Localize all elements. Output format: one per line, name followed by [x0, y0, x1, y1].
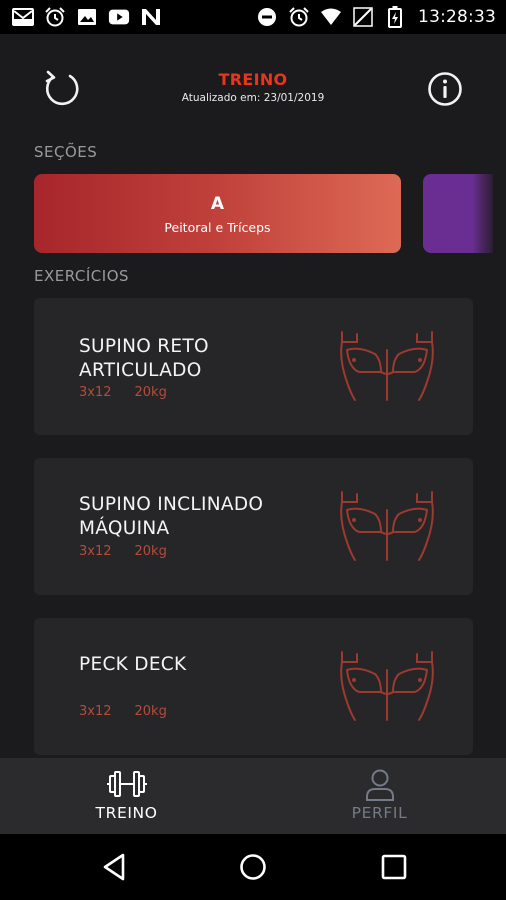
nav-label: TREINO — [95, 804, 158, 822]
info-icon[interactable] — [426, 70, 464, 108]
section-name: Peitoral e Tríceps — [164, 220, 271, 235]
exercise-name: SUPINO INCLINADO MÁQUINA — [79, 494, 264, 539]
exercise-meta: 3x12 20kg — [79, 385, 167, 400]
system-nav-bar — [0, 834, 506, 900]
back-icon[interactable] — [99, 851, 131, 883]
no-signal-icon — [352, 7, 374, 27]
alarm-icon — [288, 7, 310, 27]
youtube-icon — [108, 7, 130, 27]
nav-item-perfil[interactable]: PERFIL — [253, 758, 506, 834]
exercise-name: PECK DECK — [79, 654, 187, 675]
app-screen: 13:28:33 TREINO Atualizado em: 23/01/201… — [0, 0, 506, 900]
nav-label: PERFIL — [351, 804, 408, 822]
alarm-icon — [44, 7, 66, 27]
home-icon[interactable] — [237, 851, 269, 883]
exercise-sets: 3x12 — [79, 544, 112, 559]
bottom-nav: TREINO PERFIL — [0, 758, 506, 834]
n-app-icon — [140, 7, 162, 27]
dnd-icon — [256, 7, 278, 27]
exercise-weight: 20kg — [134, 385, 167, 400]
exercises-label: EXERCÍCIOS — [34, 267, 130, 285]
mail-icon — [12, 7, 34, 27]
battery-charging-icon — [384, 6, 406, 28]
exercise-sets: 3x12 — [79, 704, 112, 719]
user-icon — [360, 768, 400, 802]
section-letter: A — [210, 194, 225, 214]
exercise-meta: 3x12 20kg — [79, 544, 167, 559]
exercise-weight: 20kg — [134, 544, 167, 559]
wifi-icon — [320, 7, 342, 27]
app-header: TREINO Atualizado em: 23/01/2019 — [0, 34, 506, 144]
nav-item-treino[interactable]: TREINO — [0, 758, 253, 834]
exercise-card[interactable]: PECK DECK 3x12 20kg — [34, 618, 473, 755]
exercise-weight: 20kg — [134, 704, 167, 719]
recents-icon[interactable] — [378, 851, 410, 883]
section-card-b[interactable] — [423, 174, 493, 253]
image-icon — [76, 7, 98, 27]
status-time: 13:28:33 — [418, 7, 496, 27]
exercise-card[interactable]: SUPINO INCLINADO MÁQUINA 3x12 20kg — [34, 458, 473, 595]
chest-muscle-icon — [340, 331, 434, 401]
chest-muscle-icon — [340, 651, 434, 721]
exercise-meta: 3x12 20kg — [79, 704, 167, 719]
dumbbell-icon — [106, 768, 147, 802]
chest-muscle-icon — [340, 491, 434, 561]
exercise-sets: 3x12 — [79, 385, 112, 400]
section-card-a[interactable]: A Peitoral e Tríceps — [34, 174, 401, 253]
sections-label: SEÇÕES — [34, 143, 98, 161]
exercise-name: SUPINO RETO ARTICULADO — [79, 336, 209, 381]
exercise-card[interactable]: SUPINO RETO ARTICULADO 3x12 20kg — [34, 298, 473, 435]
status-bar: 13:28:33 — [0, 0, 506, 34]
